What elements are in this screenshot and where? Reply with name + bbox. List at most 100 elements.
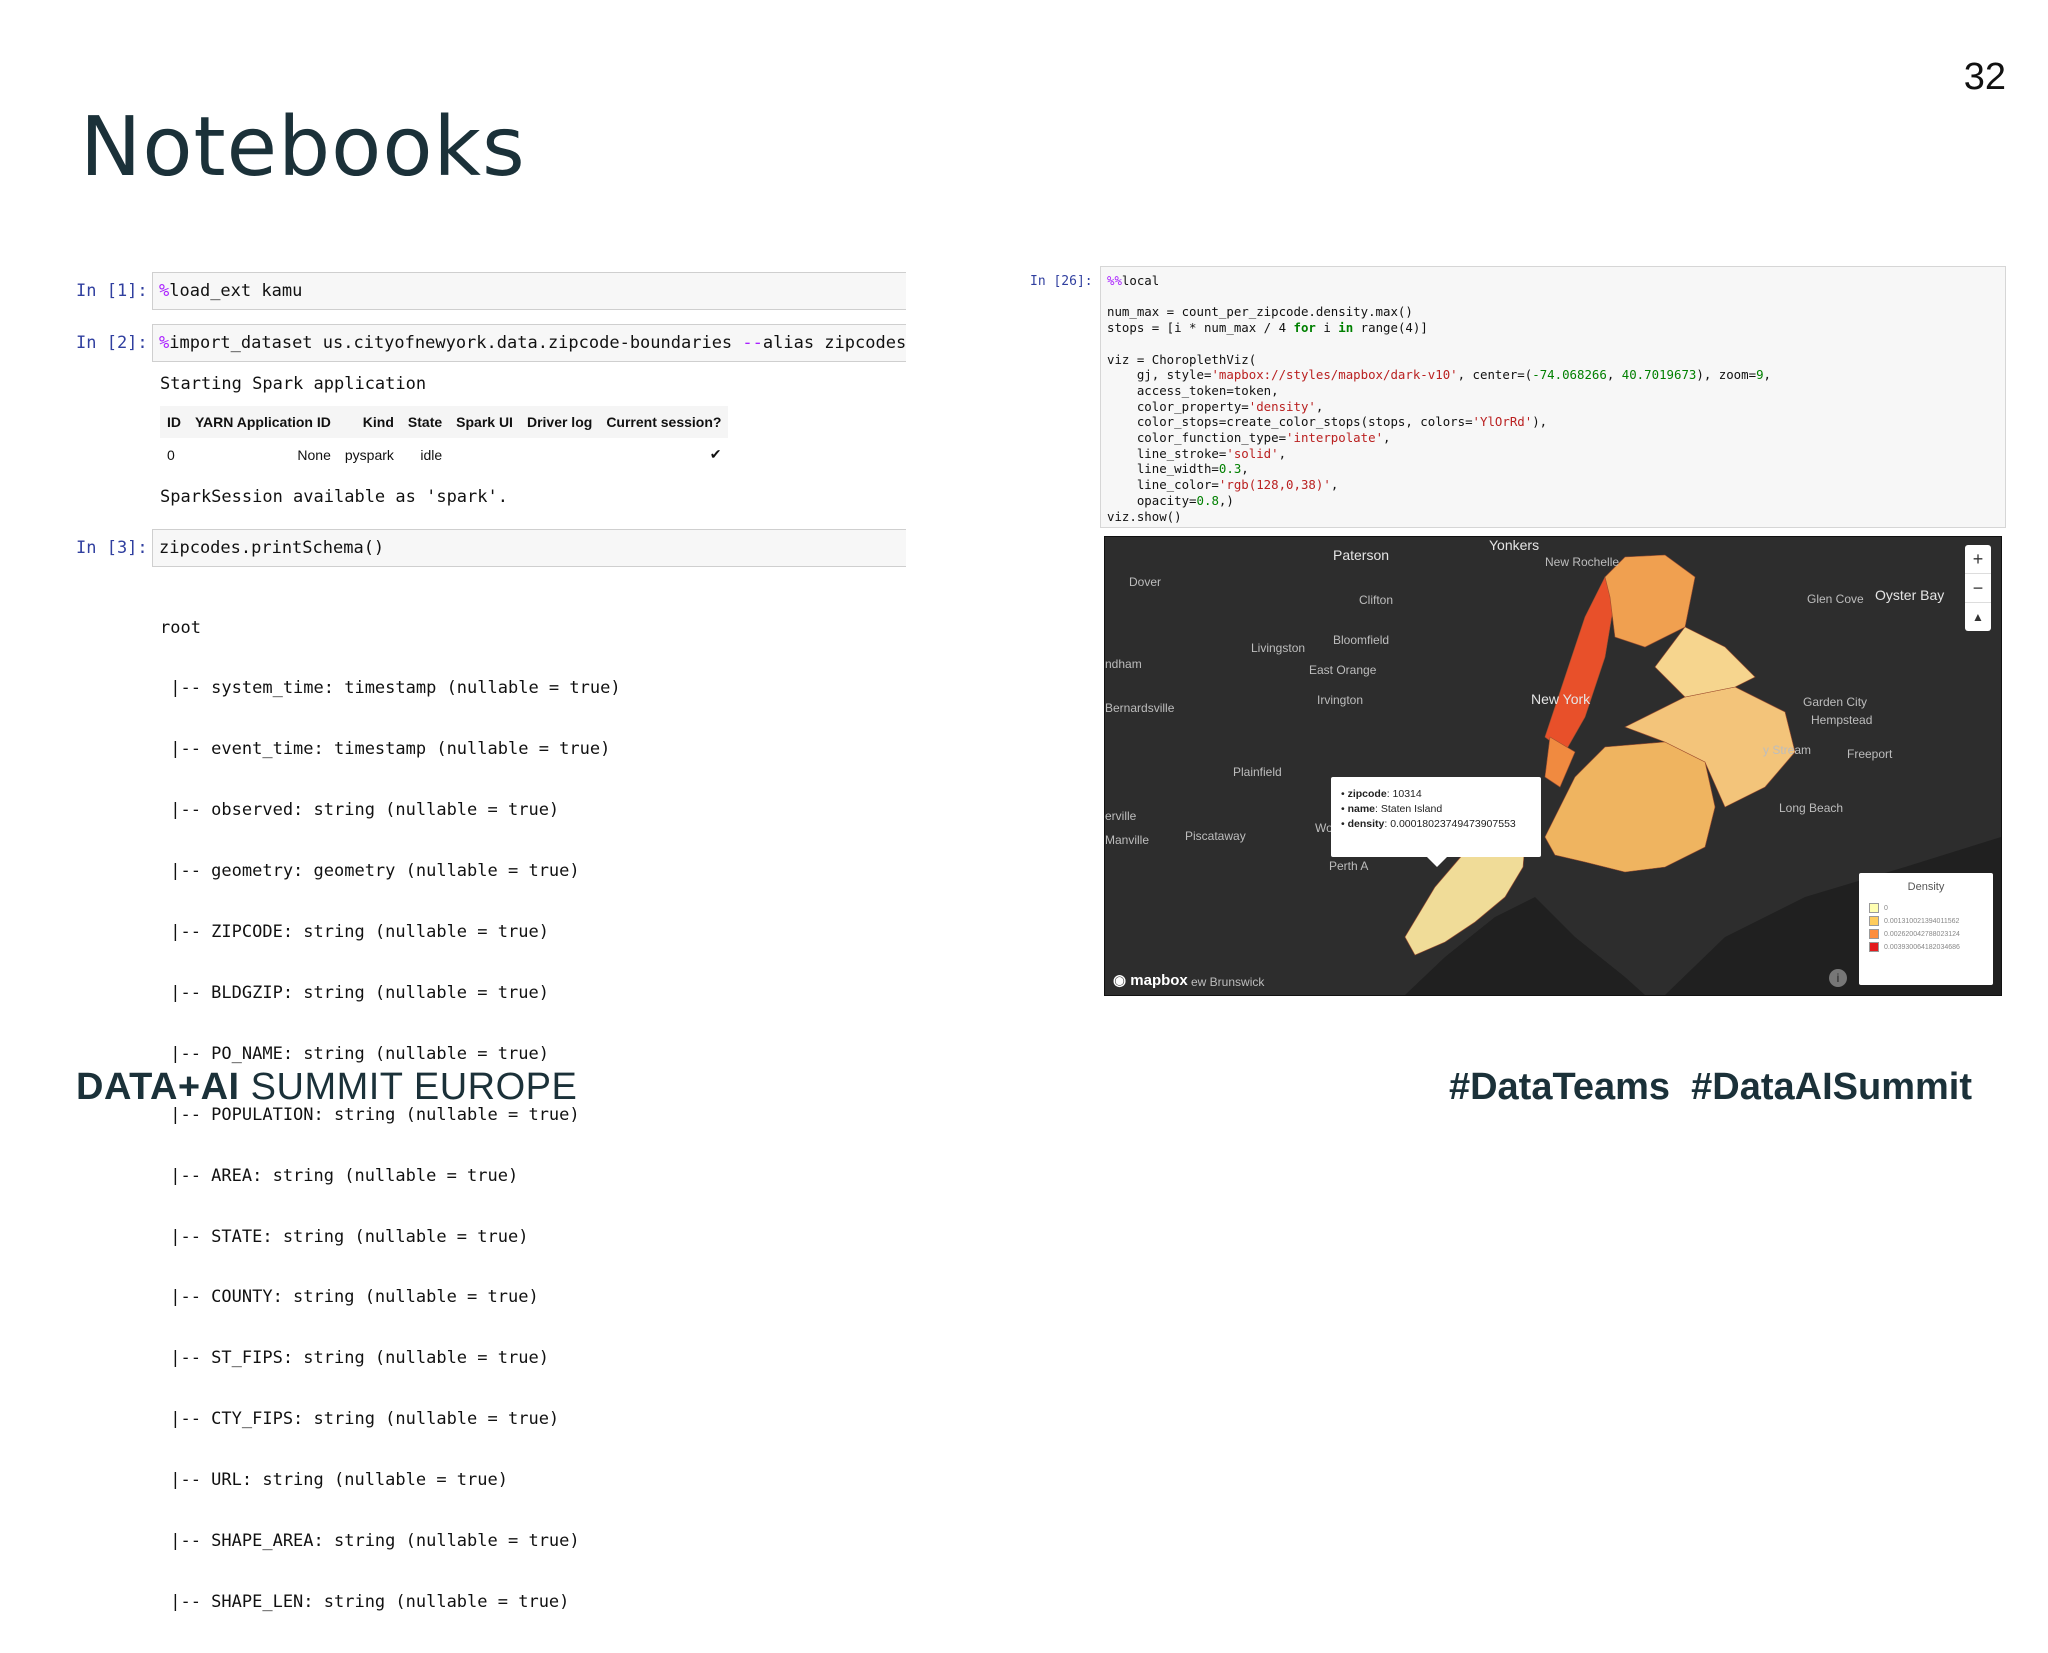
table-cell: idle [420, 446, 443, 463]
schema-line: |-- ZIPCODE: string (nullable = true) [160, 922, 549, 943]
choropleth-map[interactable]: Paterson Yonkers New Rochelle Dover Clif… [1104, 536, 2002, 996]
place-label: Freeport [1847, 747, 1893, 761]
flag-symbol: -- [742, 333, 763, 353]
place-label: Irvington [1317, 693, 1364, 707]
place-label: Perth A [1329, 859, 1369, 873]
table-header-row: ID YARN Application ID Kind State Spark … [160, 406, 729, 438]
schema-line: |-- STATE: string (nullable = true) [160, 1226, 529, 1247]
table-cell: 0 [167, 446, 175, 463]
brand-rest: SUMMIT EUROPE [239, 1066, 578, 1108]
place-label: Bernardsville [1105, 701, 1175, 715]
string-literal: 'rgb(128,0,38)' [1218, 477, 1331, 493]
slide-title: Notebooks [80, 100, 526, 195]
cell-output: SparkSession available as 'spark'. [160, 487, 508, 507]
legend-swatch [1869, 942, 1879, 952]
cell-prompt: In [3]: [76, 538, 148, 558]
code-text: import_dataset us.cityofnewyork.data.zip… [169, 333, 743, 353]
code-text: ), [1532, 414, 1548, 430]
table-cell[interactable] [449, 438, 520, 471]
left-notebook: In [1]: %load_ext kamu In [2]: %import_d… [76, 272, 906, 1653]
code-text: range(4)] [1353, 320, 1428, 336]
magic-symbol: %% [1107, 273, 1122, 288]
keyword: in [1338, 320, 1354, 336]
code-input-print-schema[interactable]: zipcodes.printSchema() [152, 529, 906, 567]
tooltip-value: : Staten Island [1375, 803, 1443, 815]
code-text: line_color= [1107, 477, 1219, 493]
map-zoom-control: + − ▲ [1965, 545, 1991, 631]
table-header: ID [160, 406, 188, 438]
table-cell: pyspark [344, 446, 394, 463]
zoom-in-button[interactable]: + [1965, 545, 1991, 574]
spark-session-table: ID YARN Application ID Kind State Spark … [160, 406, 729, 471]
table-cell[interactable] [520, 438, 599, 471]
magic-symbol: % [159, 281, 170, 301]
legend-label: 0.002620042788023124 [1884, 930, 1960, 938]
place-label: Clifton [1359, 593, 1394, 607]
legend-swatch [1869, 929, 1879, 939]
table-header: YARN Application ID [188, 406, 338, 438]
place-label: ew Brunswick [1191, 975, 1265, 989]
legend-swatch [1869, 903, 1879, 913]
place-label: Paterson [1333, 547, 1390, 563]
schema-line: |-- URL: string (nullable = true) [160, 1470, 508, 1491]
code-text: color_property= [1107, 398, 1249, 414]
place-label: New Rochelle [1545, 555, 1620, 569]
notebook-cell-1: In [1]: %load_ext kamu [76, 272, 906, 310]
code-line: access_token=token, [1107, 382, 1279, 398]
place-label: Garden City [1803, 695, 1868, 709]
schema-line: root [160, 617, 201, 638]
tooltip-key: zipcode [1347, 788, 1387, 800]
cell-prompt: In [1]: [76, 281, 148, 301]
schema-line: |-- PO_NAME: string (nullable = true) [160, 1043, 549, 1064]
map-tooltip: • zipcode: 10314 • name: Staten Island •… [1331, 777, 1541, 867]
number-literal: 0.3 [1218, 461, 1242, 477]
number-literal: 9 [1756, 367, 1764, 383]
schema-line: |-- SHAPE_AREA: string (nullable = true) [160, 1530, 580, 1551]
code-text: line_stroke= [1107, 445, 1227, 461]
place-label: Dover [1129, 575, 1162, 589]
code-text: opacity= [1107, 492, 1197, 508]
keyword: for [1293, 320, 1316, 336]
legend-label: 0.003930064182034686 [1884, 943, 1960, 951]
place-label: Piscataway [1185, 829, 1246, 843]
string-literal: 'mapbox://styles/mapbox/dark-v10' [1211, 367, 1458, 383]
code-input-load-ext[interactable]: %load_ext kamu [152, 272, 906, 310]
string-literal: 'YlOrRd' [1472, 414, 1533, 430]
string-literal: 'interpolate' [1286, 430, 1384, 446]
tooltip-row: • name: Staten Island [1341, 803, 1443, 815]
table-cell: None [297, 446, 331, 463]
place-label: New York [1531, 691, 1591, 707]
code-line: num_max = count_per_zipcode.density.max(… [1107, 304, 1413, 320]
schema-line: |-- BLDGZIP: string (nullable = true) [160, 982, 549, 1003]
legend-item: 0.002620042788023124 [1869, 929, 1993, 939]
code-text: stops = [i * num_max / 4 [1107, 320, 1294, 336]
legend-label: 0 [1884, 904, 1888, 912]
place-label: erville [1105, 809, 1137, 823]
compass-icon[interactable]: ▲ [1965, 603, 1991, 631]
place-label: Oyster Bay [1875, 587, 1945, 603]
code-text: , [1606, 367, 1622, 383]
code-text: line_width= [1107, 461, 1219, 477]
schema-line: |-- system_time: timestamp (nullable = t… [160, 678, 621, 699]
place-label: Long Beach [1779, 801, 1844, 815]
schema-line: |-- SHAPE_LEN: string (nullable = true) [160, 1591, 570, 1612]
code-input-choropleth[interactable]: %%local num_max = count_per_zipcode.dens… [1100, 266, 2006, 528]
code-text: alias zipcodes [762, 333, 906, 353]
tooltip-value: : 0.00018023749473907553 [1384, 818, 1516, 830]
info-icon[interactable]: i [1829, 969, 1847, 987]
tooltip-value: : 10314 [1386, 788, 1422, 800]
table-header: Current session? [599, 406, 729, 438]
number-literal: 40.7019673 [1621, 367, 1697, 383]
mapbox-logo[interactable]: ◉ mapbox [1113, 971, 1188, 989]
page-number: 32 [1963, 56, 2006, 98]
magic-symbol: % [159, 333, 170, 353]
place-label: East Orange [1309, 663, 1377, 677]
legend-item: 0 [1869, 903, 1993, 913]
code-input-import-dataset[interactable]: %import_dataset us.cityofnewyork.data.zi… [152, 324, 906, 362]
zoom-out-button[interactable]: − [1965, 574, 1991, 603]
legend-item: 0.003930064182034686 [1869, 942, 1993, 952]
table-header: Driver log [519, 406, 600, 438]
legend-swatch [1869, 916, 1879, 926]
code-text: color_function_type= [1107, 430, 1287, 446]
schema-output: root |-- system_time: timestamp (nullabl… [160, 577, 906, 1653]
